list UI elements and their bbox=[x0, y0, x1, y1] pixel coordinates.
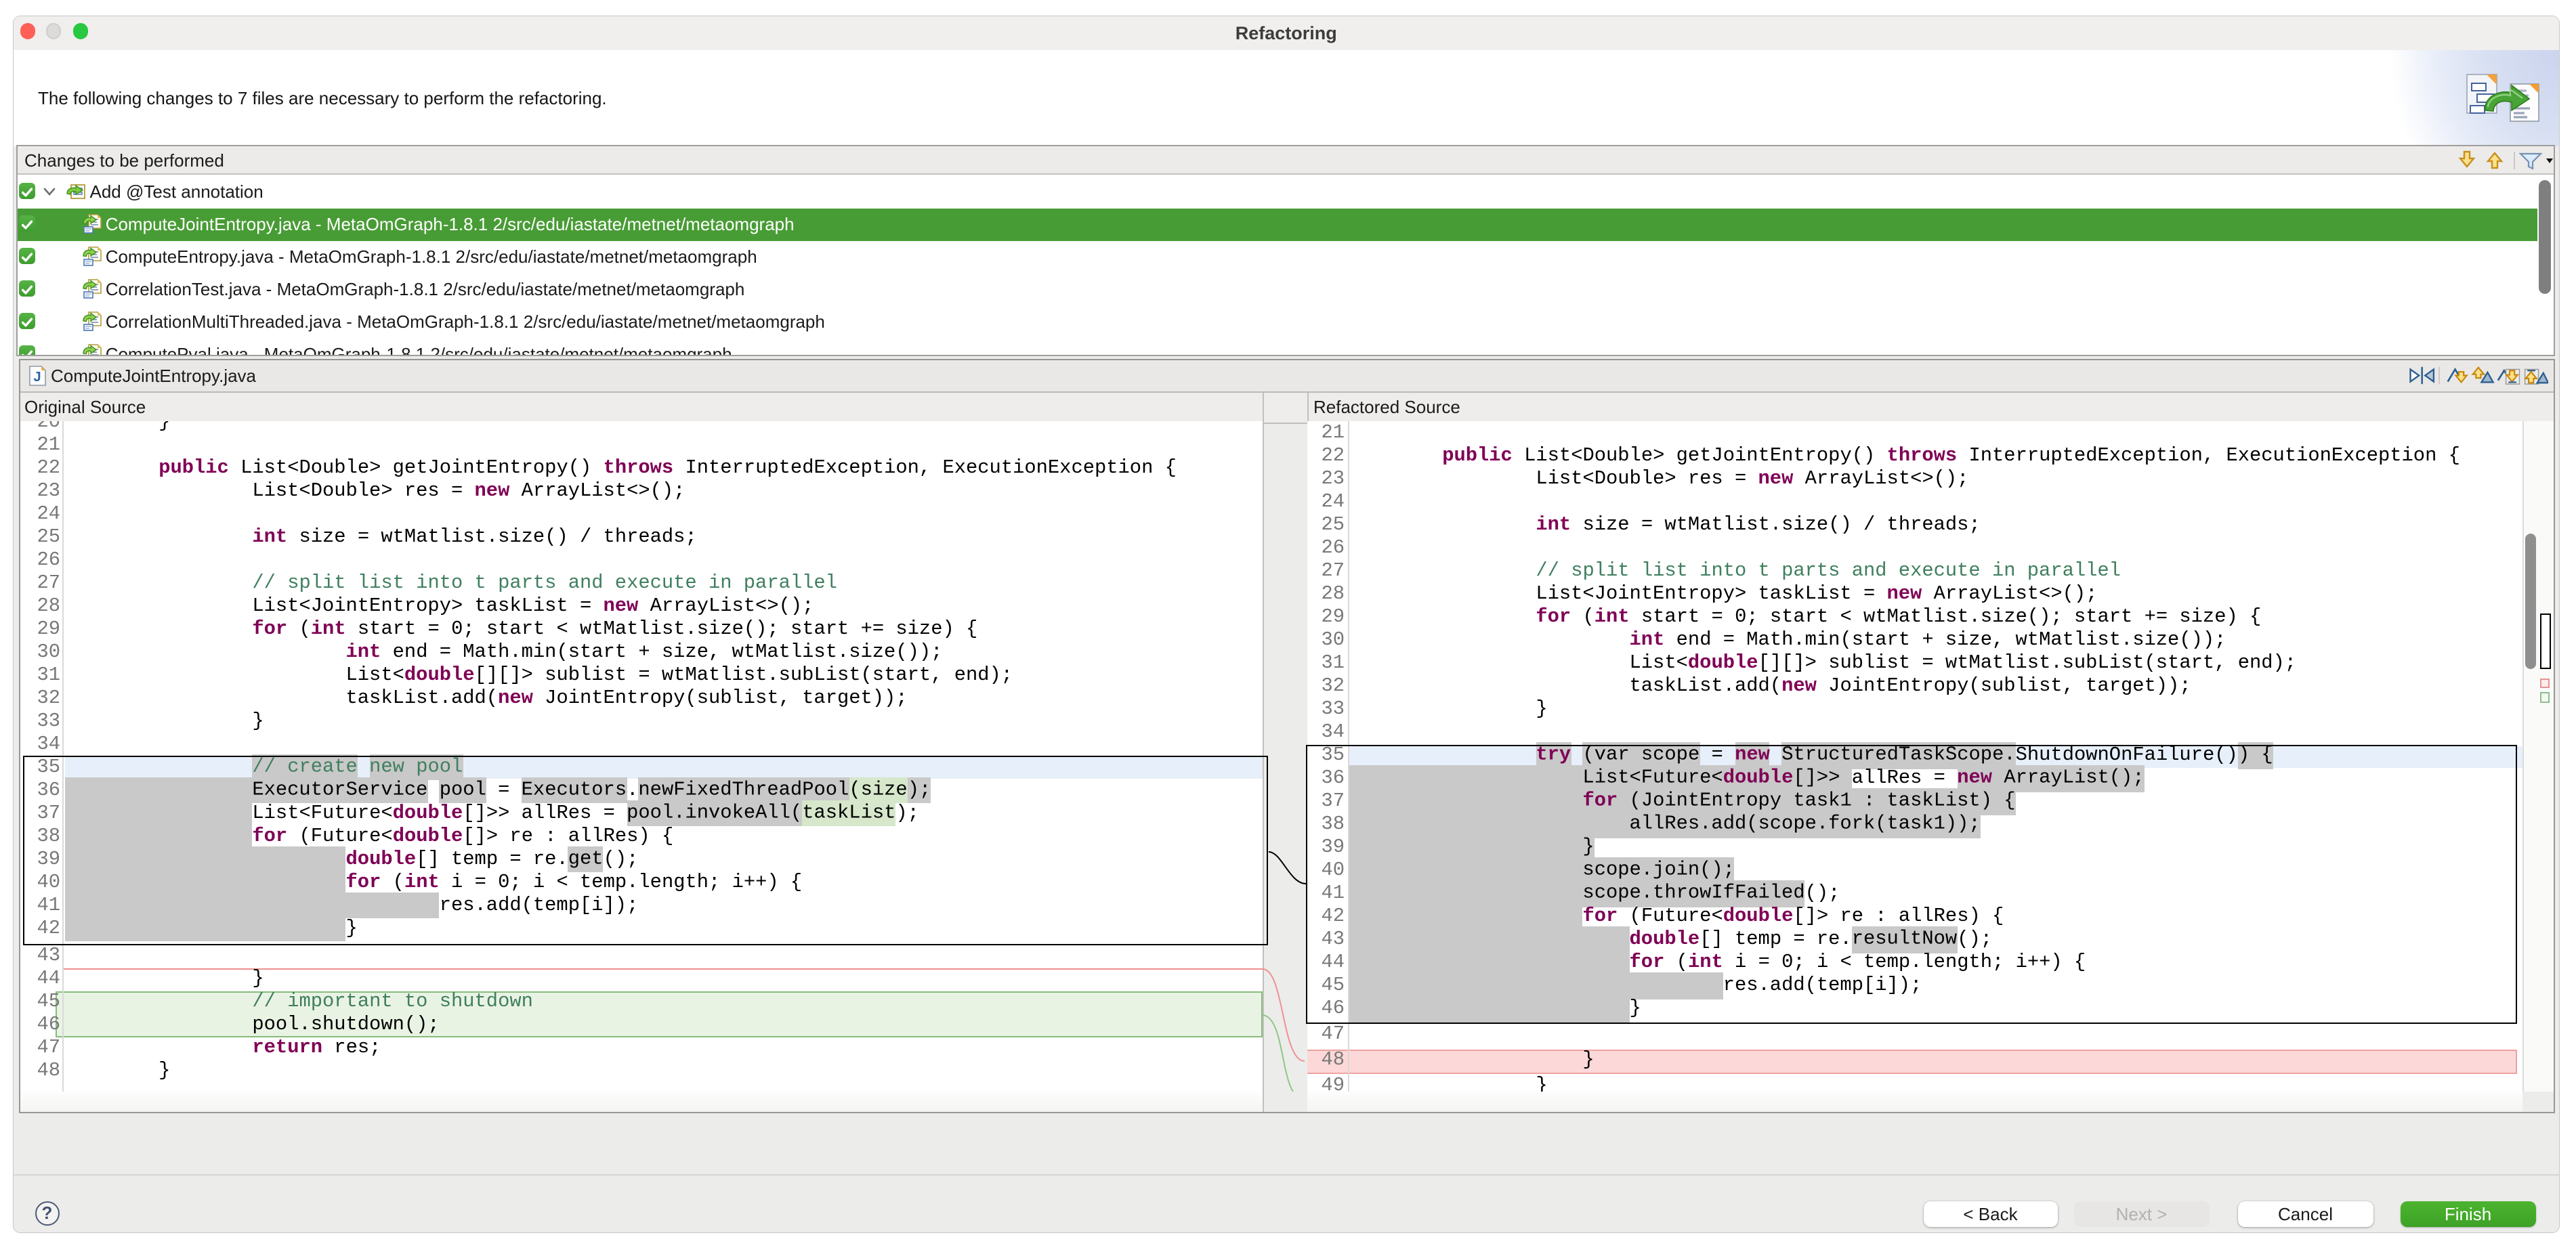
svg-text:J: J bbox=[33, 369, 41, 384]
